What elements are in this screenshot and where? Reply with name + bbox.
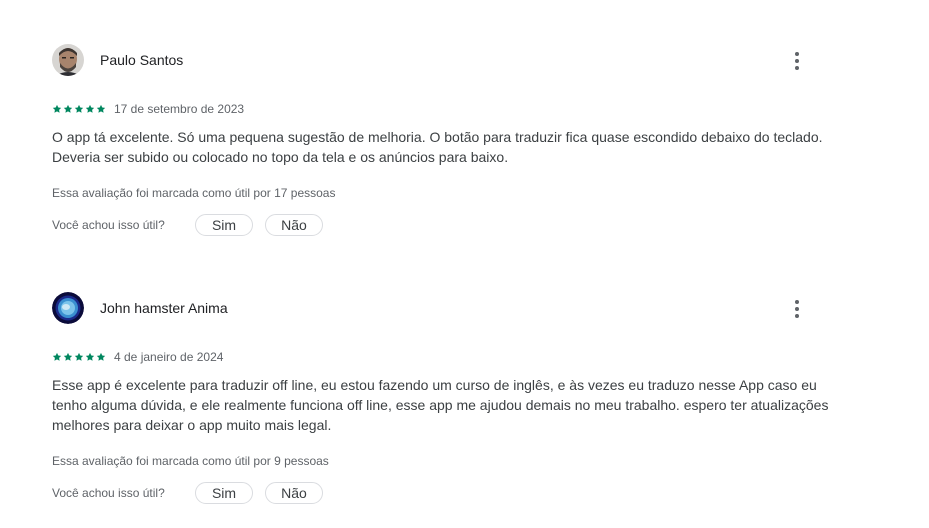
avatar: [52, 292, 84, 324]
star-icon: [52, 352, 62, 361]
more-options-button[interactable]: [788, 48, 806, 74]
more-vert-icon: [795, 300, 799, 318]
helpful-count: Essa avaliação foi marcada como útil por…: [52, 454, 329, 468]
avatar-image: [52, 44, 84, 76]
helpful-no-button[interactable]: Não: [265, 214, 323, 236]
review-text: Esse app é excelente para traduzir off l…: [52, 377, 829, 433]
helpful-row: Você achou isso útil? Sim Não: [52, 213, 323, 237]
review-date: 4 de janeiro de 2024: [114, 350, 224, 364]
helpful-yes-button[interactable]: Sim: [195, 482, 253, 504]
more-options-button[interactable]: [788, 296, 806, 322]
avatar: [52, 44, 84, 76]
helpful-question: Você achou isso útil?: [52, 486, 165, 500]
star-icon: [63, 104, 73, 113]
helpful-count: Essa avaliação foi marcada como útil por…: [52, 186, 336, 200]
review-card: Paulo Santos 17 de setembro de 2023 O ap…: [52, 44, 852, 236]
star-rating: [52, 104, 106, 114]
author-name: John hamster Anima: [100, 300, 228, 316]
star-icon: [85, 352, 95, 361]
author-name: Paulo Santos: [100, 52, 184, 68]
helpful-row: Você achou isso útil? Sim Não: [52, 481, 323, 505]
star-icon: [63, 352, 73, 361]
helpful-yes-button[interactable]: Sim: [195, 214, 253, 236]
star-icon: [96, 104, 106, 113]
star-icon: [96, 352, 106, 361]
star-icon: [74, 352, 84, 361]
avatar-image: [52, 292, 84, 324]
helpful-no-button[interactable]: Não: [265, 482, 323, 504]
star-icon: [74, 104, 84, 113]
review-meta: 4 de janeiro de 2024: [52, 350, 223, 364]
star-rating: [52, 352, 106, 362]
star-icon: [52, 104, 62, 113]
review-header: Paulo Santos: [52, 44, 852, 76]
review-header: John hamster Anima: [52, 292, 852, 324]
star-icon: [85, 104, 95, 113]
review-card: John hamster Anima 4 de janeiro de 2024 …: [52, 292, 852, 504]
review-date: 17 de setembro de 2023: [114, 102, 245, 116]
review-meta: 17 de setembro de 2023: [52, 102, 244, 116]
helpful-question: Você achou isso útil?: [52, 218, 165, 232]
review-text: O app tá excelente. Só uma pequena suges…: [52, 129, 823, 165]
more-vert-icon: [795, 52, 799, 70]
